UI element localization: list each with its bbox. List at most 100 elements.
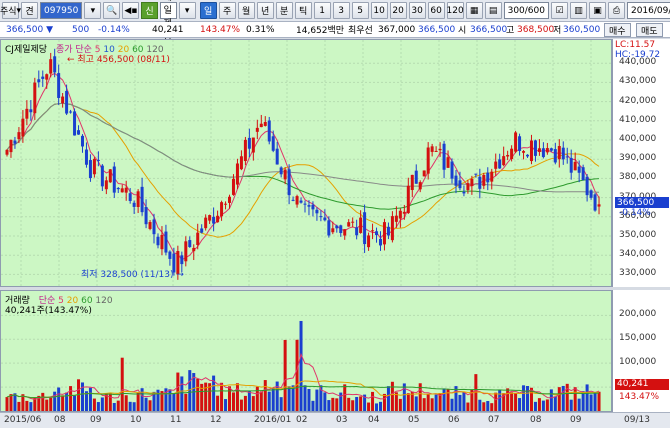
type-select[interactable]: 주식 ▾ xyxy=(0,2,21,19)
save-icon[interactable]: ▣ xyxy=(588,2,606,19)
date-tick-label: 05 xyxy=(408,415,420,425)
candle-body xyxy=(367,235,371,248)
low-note: 최저 328,500 (11/13) xyxy=(81,270,174,280)
date-tick-label: 03 xyxy=(336,415,348,425)
volume-bar xyxy=(589,394,593,411)
minute-120[interactable]: 120 xyxy=(447,2,464,19)
volume-bar xyxy=(204,382,208,411)
ma120-line xyxy=(6,102,600,193)
volume-bar xyxy=(116,400,120,411)
code-dropdown-button[interactable]: ▾ xyxy=(84,2,102,19)
candle-body xyxy=(9,139,13,153)
volume-bar xyxy=(228,386,232,411)
candle-body xyxy=(375,231,379,236)
period-day[interactable]: 일 xyxy=(199,2,217,19)
volume-bar xyxy=(275,381,279,411)
candle-body xyxy=(502,156,506,166)
high-price: 368,500 xyxy=(517,24,555,35)
volume-bar xyxy=(88,387,92,411)
price-chart-panel[interactable]: CJ제일제당 종가 단순 5 10 20 60 120 ← 최고 456,500… xyxy=(0,39,613,288)
high-note: 최고 456,500 (08/11) xyxy=(77,55,170,65)
volume-bar xyxy=(490,403,494,411)
volume-bar xyxy=(323,392,327,411)
volume-bar xyxy=(355,396,359,411)
print-icon[interactable]: ⎙ xyxy=(607,2,625,19)
candle-body xyxy=(577,166,581,173)
volume-bar xyxy=(466,402,470,411)
volume-bar xyxy=(307,389,311,411)
candle-body xyxy=(514,132,518,152)
candle-body xyxy=(402,211,406,214)
stock-code-input[interactable]: 097950 xyxy=(40,2,83,19)
volume-bar xyxy=(112,402,116,411)
minute-3[interactable]: 3 xyxy=(332,2,350,19)
change-percent: -0.14% xyxy=(98,24,130,35)
period-month[interactable]: 월 xyxy=(237,2,255,19)
trade-amount: 14,652백만 xyxy=(296,26,345,36)
buy-button[interactable]: 매수 xyxy=(604,23,631,37)
candle-body xyxy=(597,204,601,207)
volume-bar xyxy=(541,400,545,411)
search-icon[interactable]: 🔍 xyxy=(103,2,121,19)
date-tick-label: 04 xyxy=(368,415,380,425)
calendar-icon[interactable]: ▥ xyxy=(569,2,587,19)
candle-body xyxy=(160,234,164,250)
candle-body xyxy=(315,209,319,214)
candle-body xyxy=(510,148,514,160)
volume-bar xyxy=(565,383,569,411)
volume-bar xyxy=(450,398,454,411)
sell-button[interactable]: 매도 xyxy=(636,23,663,37)
candle-body xyxy=(518,136,522,151)
candle-body xyxy=(371,230,375,232)
sound-icon[interactable]: ◀▪ xyxy=(122,2,140,19)
candle-body xyxy=(108,169,112,183)
candle-body xyxy=(398,210,402,219)
candle-body xyxy=(506,154,510,157)
candle-body xyxy=(541,148,545,158)
candle-body xyxy=(283,169,287,180)
volume-bar xyxy=(172,393,176,411)
price-tick-label: 440,000 xyxy=(619,57,657,68)
volume-bar xyxy=(144,397,148,411)
minute-10[interactable]: 10 xyxy=(370,2,388,19)
period-week[interactable]: 주 xyxy=(218,2,236,19)
candle-body xyxy=(239,156,243,170)
volume-bar xyxy=(347,397,351,411)
period-minute-label: 분 xyxy=(279,7,289,17)
volume-bar xyxy=(239,399,243,411)
volume-chart-panel[interactable]: 거래량 단순 5 20 60 120 40,241주(143.47%) xyxy=(0,290,613,412)
date-tick-label: 08 xyxy=(530,415,542,425)
volume-bar xyxy=(494,392,498,411)
minute-1[interactable]: 1 xyxy=(313,2,331,19)
high-label: 고 xyxy=(506,26,515,36)
lock-button[interactable]: 견 xyxy=(21,2,38,19)
volume-bar xyxy=(430,398,434,411)
candle-body xyxy=(25,108,29,119)
minute-3-label: 3 xyxy=(338,5,344,16)
minute-30[interactable]: 30 xyxy=(408,2,426,19)
period-year[interactable]: 년 xyxy=(256,2,274,19)
count-field[interactable]: 300/600 xyxy=(503,2,549,19)
candle-body xyxy=(331,228,335,233)
date-field[interactable]: 2016/09/13 xyxy=(626,2,670,19)
price-tick-label: 410,000 xyxy=(619,114,657,125)
stock-name-field[interactable]: CJ제일제당 xyxy=(159,0,177,42)
candle-body xyxy=(73,111,77,136)
volume-bar xyxy=(120,357,124,411)
volume-bar xyxy=(311,400,315,411)
minute-20[interactable]: 20 xyxy=(389,2,407,19)
name-dropdown-button[interactable]: ▾ xyxy=(178,2,196,19)
chart-icon[interactable]: ▤ xyxy=(484,2,502,19)
candle-body xyxy=(339,225,343,234)
candle-body xyxy=(478,176,482,189)
candle-body xyxy=(533,140,537,156)
minute-5[interactable]: 5 xyxy=(351,2,369,19)
checkbox-icon[interactable]: ☑ xyxy=(550,2,568,19)
period-minute[interactable]: 분 xyxy=(275,2,293,19)
minute-60[interactable]: 60 xyxy=(427,2,445,19)
volume-bar xyxy=(553,396,557,411)
grid-icon[interactable]: ▦ xyxy=(465,2,483,19)
volume-bar xyxy=(180,376,184,411)
period-tick[interactable]: 틱 xyxy=(294,2,312,19)
date-tick-label: 10 xyxy=(130,415,142,425)
